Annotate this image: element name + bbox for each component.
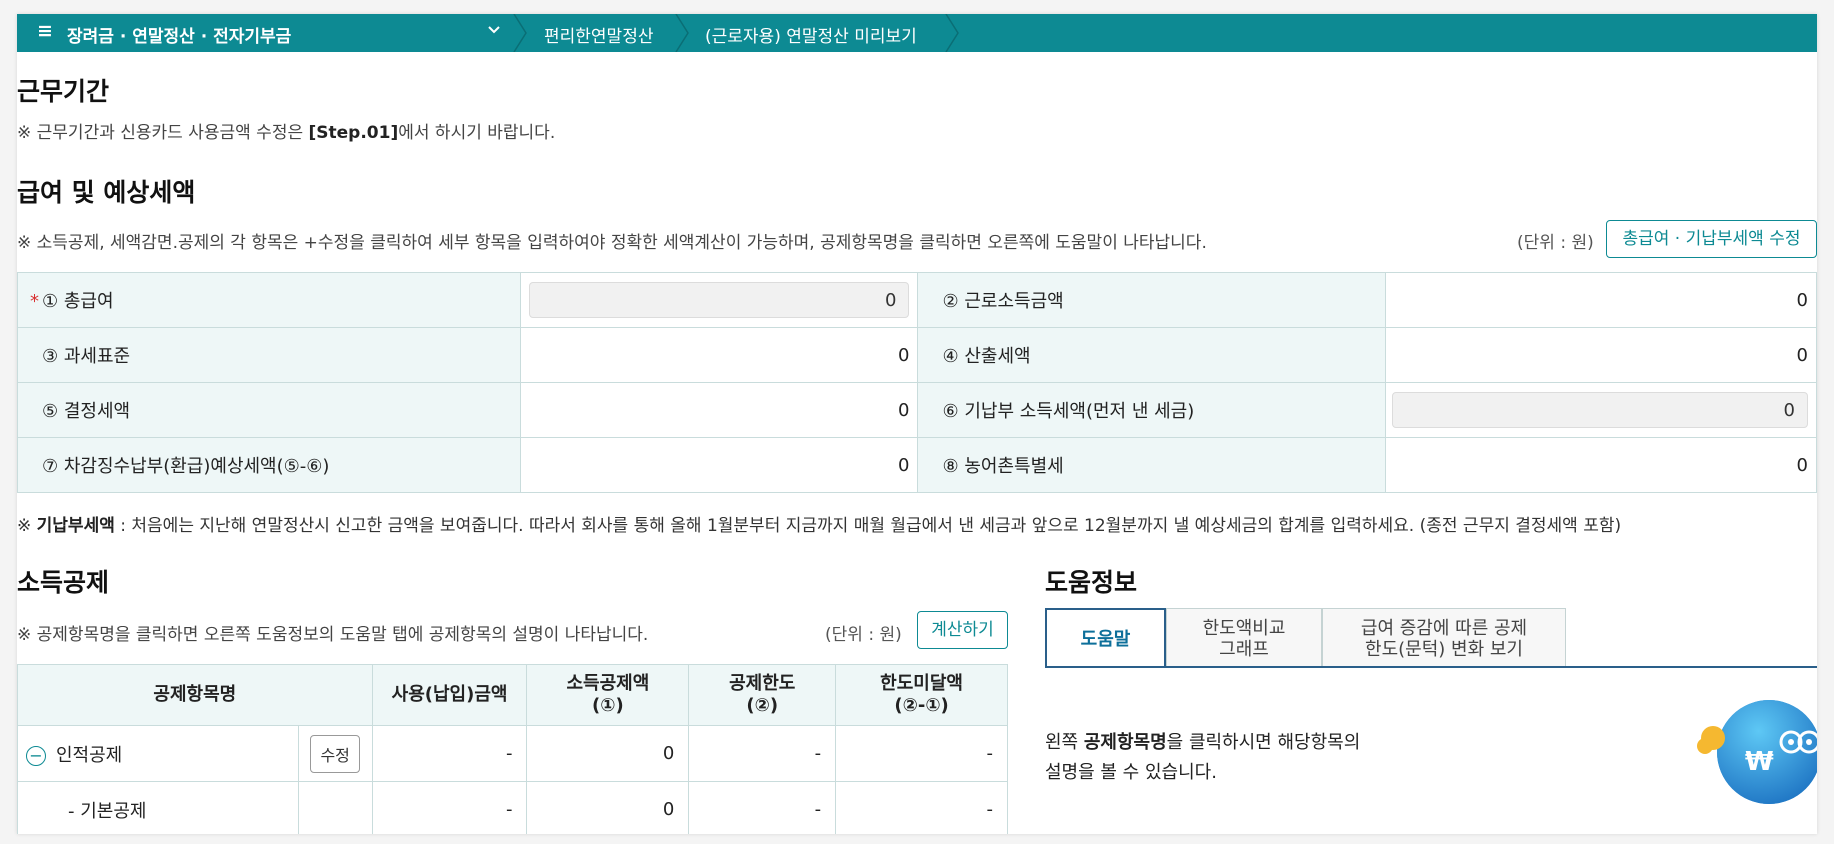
breadcrumb-separator-icon <box>510 14 530 52</box>
breadcrumb-item-preview[interactable]: (근로자용) 연말정산 미리보기 <box>705 22 917 47</box>
header-line: 공제한도 <box>729 673 796 694</box>
chatbot-icon[interactable]: ₩ <box>1687 694 1817 804</box>
deduction-amount-cell: 0 <box>526 781 690 834</box>
svg-text:₩: ₩ <box>1745 747 1774 777</box>
deduction-note: ※ 공제항목명을 클릭하면 오른쪽 도움정보의 도움말 탭에 공제항목의 설명이… <box>17 625 649 645</box>
label-earned-income: ② 근로소득금액 <box>917 272 1386 328</box>
salary-note: ※ 소득공제, 세액감면.공제의 각 항목은 +수정을 클릭하여 세부 항목을 … <box>17 233 1207 253</box>
help-text-bold: 공제항목명 <box>1083 732 1167 753</box>
page: ≡ 장려금 · 연말정산 · 전자기부금 편리한연말정산 (근로자용) 연말정산… <box>17 14 1817 834</box>
tab-line: 그래프 <box>1219 638 1269 660</box>
breadcrumb-separator-icon <box>942 14 962 52</box>
calculated-tax-value: 0 <box>1384 327 1817 383</box>
deduction-unit: (단위 : 원) <box>825 625 902 645</box>
table-row: - 기본공제 - 0 - - <box>17 781 1008 834</box>
header-deduction-amount: 소득공제액 (①) <box>526 664 690 726</box>
deduction-table: 공제항목명 사용(납입)금액 소득공제액 (①) 공제한도 (②) 한도미달액 (②-… <box>17 664 1008 834</box>
tab-underline <box>1045 666 1817 668</box>
table-row: − 인적공제 수정 - 0 - - <box>17 725 1008 782</box>
deduction-title: 소득공제 <box>17 568 110 597</box>
collapse-minus-icon[interactable]: − <box>26 745 46 766</box>
rural-special-tax-value: 0 <box>1384 437 1817 493</box>
header-used-amount: 사용(납입)금액 <box>371 664 528 726</box>
total-salary-field[interactable]: 0 <box>529 282 910 318</box>
limit-cell: - <box>688 781 837 834</box>
table-header-row: 공제항목명 사용(납입)금액 소득공제액 (①) 공제한도 (②) 한도미달액 (②-… <box>17 664 1008 726</box>
personal-deduction-edit-button[interactable]: 수정 <box>310 734 360 773</box>
header-line: (②) <box>746 695 779 716</box>
tab-line: 급여 증감에 따른 공제 <box>1360 617 1528 639</box>
empty-cell <box>297 781 373 834</box>
header-line: (②-①) <box>894 695 949 716</box>
prepaid-tax-cell: 0 <box>1384 382 1817 438</box>
help-text-prefix: 왼쪽 <box>1045 732 1084 753</box>
step-link-text: [Step.01] <box>308 123 399 143</box>
basic-deduction-name[interactable]: - 기본공제 <box>17 781 299 834</box>
footnote-mark: ※ <box>17 516 37 536</box>
salary-title: 급여 및 예상세액 <box>17 178 196 207</box>
hamburger-menu-icon[interactable]: ≡ <box>37 20 53 42</box>
edit-salary-tax-button[interactable]: 총급여 · 기납부세액 수정 <box>1606 220 1817 258</box>
tab-line: 한도액비교 <box>1202 617 1286 639</box>
footnote-text: : 처음에는 지난해 연말정산시 신고한 금액을 보여줍니다. 따라서 회사를 … <box>114 516 1622 536</box>
label-prepaid-tax: ⑥ 기납부 소득세액(먼저 낸 세금) <box>917 382 1386 438</box>
required-mark: * <box>30 291 39 312</box>
help-info-title: 도움정보 <box>1045 568 1138 597</box>
tax-base-value: 0 <box>520 327 919 383</box>
header-deduction-limit: 공제한도 (②) <box>688 664 837 726</box>
prepaid-tax-footnote: ※ 기납부세액 : 처음에는 지난해 연말정산시 신고한 금액을 보여줍니다. … <box>17 511 1621 536</box>
tab-threshold-change[interactable]: 급여 증감에 따른 공제 한도(문턱) 변화 보기 <box>1322 608 1566 668</box>
used-amount-cell: - <box>371 781 528 834</box>
earned-income-value: 0 <box>1384 272 1817 328</box>
label-total-salary: * ① 총급여 <box>17 272 522 328</box>
header-line: (①) <box>592 695 624 716</box>
salary-summary-table: * ① 총급여 0 ② 근로소득금액 0 ③ 과세표준 0 ④ 산출세액 0 ⑤ … <box>17 272 1817 493</box>
label-expected-refund: ⑦ 차감징수납부(환급)예상세액(⑤-⑥) <box>17 437 522 493</box>
calculate-button[interactable]: 계산하기 <box>917 611 1008 649</box>
work-period-note-suffix: 에서 하시기 바랍니다. <box>398 123 556 143</box>
footnote-bold: 기납부세액 <box>36 516 115 536</box>
header-item-name: 공제항목명 <box>17 664 373 726</box>
prepaid-tax-field[interactable]: 0 <box>1392 392 1808 428</box>
used-amount-cell: - <box>371 725 528 782</box>
edit-cell: 수정 <box>297 725 373 782</box>
remaining-cell: - <box>835 725 1008 782</box>
expected-refund-value: 0 <box>520 437 919 493</box>
label-tax-base: ③ 과세표준 <box>17 327 522 383</box>
salary-unit: (단위 : 원) <box>1517 233 1594 253</box>
limit-cell: - <box>688 725 837 782</box>
personal-deduction-name[interactable]: 인적공제 <box>56 745 122 766</box>
table-row: * ① 총급여 0 ② 근로소득금액 0 <box>17 272 1817 328</box>
tab-line: 한도(문턱) 변화 보기 <box>1365 638 1523 660</box>
breadcrumb-separator-icon <box>672 14 692 52</box>
table-row: ③ 과세표준 0 ④ 산출세액 0 <box>17 327 1817 383</box>
help-text-mid: 을 클릭하시면 해당항목의 <box>1166 732 1361 753</box>
table-row: ⑤ 결정세액 0 ⑥ 기납부 소득세액(먼저 낸 세금) 0 <box>17 382 1817 438</box>
chevron-down-icon[interactable] <box>487 23 501 41</box>
header-line: 소득공제액 <box>566 673 650 694</box>
label-text: ① 총급여 <box>42 291 114 312</box>
total-salary-cell: 0 <box>520 272 919 328</box>
remaining-cell: - <box>835 781 1008 834</box>
breadcrumb-item-easy-settlement[interactable]: 편리한연말정산 <box>544 22 653 47</box>
work-period-note: ※ 근무기간과 신용카드 사용금액 수정은 [Step.01]에서 하시기 바랍… <box>17 118 555 143</box>
header-line: 한도미달액 <box>880 673 963 694</box>
header-remaining: 한도미달액 (②-①) <box>835 664 1008 726</box>
breadcrumb: ≡ 장려금 · 연말정산 · 전자기부금 편리한연말정산 (근로자용) 연말정산… <box>17 14 1817 52</box>
tab-help[interactable]: 도움말 <box>1045 608 1166 668</box>
personal-deduction-name-cell[interactable]: − 인적공제 <box>17 725 299 782</box>
label-calculated-tax: ④ 산출세액 <box>917 327 1386 383</box>
label-rural-special-tax: ⑧ 농어촌특별세 <box>917 437 1386 493</box>
label-determined-tax: ⑤ 결정세액 <box>17 382 522 438</box>
help-text: 왼쪽 공제항목명을 클릭하시면 해당항목의 설명을 볼 수 있습니다. <box>1045 728 1360 788</box>
determined-tax-value: 0 <box>520 382 919 438</box>
deduction-amount-cell: 0 <box>526 725 690 782</box>
table-row: ⑦ 차감징수납부(환급)예상세액(⑤-⑥) 0 ⑧ 농어촌특별세 0 <box>17 437 1817 493</box>
work-period-title: 근무기간 <box>17 77 110 106</box>
tab-limit-graph[interactable]: 한도액비교 그래프 <box>1166 608 1322 668</box>
help-text-line2: 설명을 볼 수 있습니다. <box>1045 762 1217 783</box>
work-period-note-text: ※ 근무기간과 신용카드 사용금액 수정은 <box>17 123 309 143</box>
breadcrumb-menu[interactable]: 장려금 · 연말정산 · 전자기부금 <box>67 22 291 47</box>
